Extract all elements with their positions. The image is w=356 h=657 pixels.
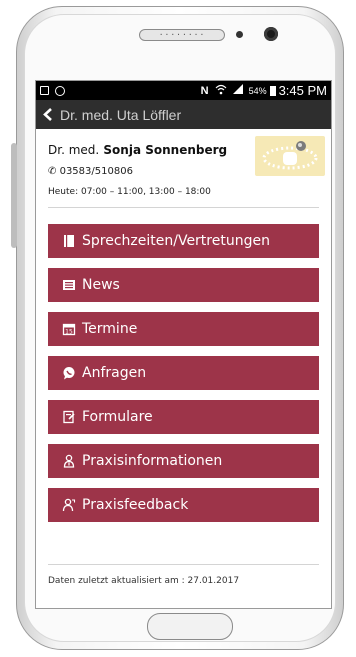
calendar-icon: 15 xyxy=(62,322,76,336)
home-button[interactable] xyxy=(147,613,233,640)
chevron-left-icon xyxy=(43,108,52,121)
back-button[interactable] xyxy=(36,100,60,129)
volume-button xyxy=(11,143,17,248)
newspaper-icon xyxy=(62,278,76,292)
menu-label: Praxisfeedback xyxy=(82,497,189,513)
svg-text:15: 15 xyxy=(65,329,73,336)
chat-icon xyxy=(62,366,76,380)
opening-hours: Heute: 07:00 – 11:00, 13:00 – 18:00 xyxy=(48,187,211,197)
doctor-icon xyxy=(62,454,76,468)
menu-label: Anfragen xyxy=(82,365,147,381)
battery-percent: 54% xyxy=(248,85,267,96)
speaker-grill: ········ xyxy=(139,29,225,41)
main-menu: Sprechzeiten/Vertretungen News 15 Termin… xyxy=(48,208,319,522)
menu-label: Termine xyxy=(82,321,138,337)
front-camera xyxy=(264,27,278,41)
nfc-icon: N xyxy=(200,84,209,97)
form-icon xyxy=(62,410,76,424)
image-icon xyxy=(40,86,49,95)
wifi-icon xyxy=(215,84,227,98)
battery-icon xyxy=(269,85,276,96)
phone-icon: ✆ xyxy=(48,166,57,177)
menu-label: News xyxy=(82,277,120,293)
doctor-name: Dr. med. Sonja Sonnenberg xyxy=(48,143,227,157)
menu-anfragen-button[interactable]: Anfragen xyxy=(48,356,319,390)
phone-number: 03583/510806 xyxy=(59,166,133,177)
footer: Daten zuletzt aktualisiert am : 27.01.20… xyxy=(48,564,319,586)
doctor-name-text: Sonja Sonnenberg xyxy=(103,143,228,157)
menu-news-button[interactable]: News xyxy=(48,268,319,302)
menu-praxisfeedback-button[interactable]: Praxisfeedback xyxy=(48,488,319,522)
menu-formulare-button[interactable]: Formulare xyxy=(48,400,319,434)
menu-praxisinformationen-button[interactable]: Praxisinformationen xyxy=(48,444,319,478)
feedback-icon xyxy=(62,498,76,512)
screen: N 54% 3:45 PM Dr. med. Uta Löffler Dr. m… xyxy=(35,80,332,609)
status-bar: N 54% 3:45 PM xyxy=(36,81,331,100)
practice-logo xyxy=(255,136,325,176)
last-updated-text: Daten zuletzt aktualisiert am : 27.01.20… xyxy=(48,576,240,586)
doctor-card: Dr. med. Sonja Sonnenberg ✆ 03583/510806… xyxy=(48,129,325,208)
menu-label: Praxisinformationen xyxy=(82,453,223,469)
book-icon xyxy=(62,234,76,248)
instagram-icon xyxy=(55,85,65,96)
doctor-phone[interactable]: ✆ 03583/510806 xyxy=(48,166,133,177)
menu-sprechzeiten-button[interactable]: Sprechzeiten/Vertretungen xyxy=(48,224,319,258)
doctor-prefix: Dr. med. xyxy=(48,143,100,157)
status-time: 3:45 PM xyxy=(278,83,327,98)
app-toolbar: Dr. med. Uta Löffler xyxy=(36,100,331,129)
proximity-sensor xyxy=(236,31,243,38)
menu-label: Sprechzeiten/Vertretungen xyxy=(82,233,270,249)
menu-label: Formulare xyxy=(82,409,153,425)
menu-termine-button[interactable]: 15 Termine xyxy=(48,312,319,346)
toolbar-title: Dr. med. Uta Löffler xyxy=(60,106,182,123)
signal-icon xyxy=(232,84,243,97)
